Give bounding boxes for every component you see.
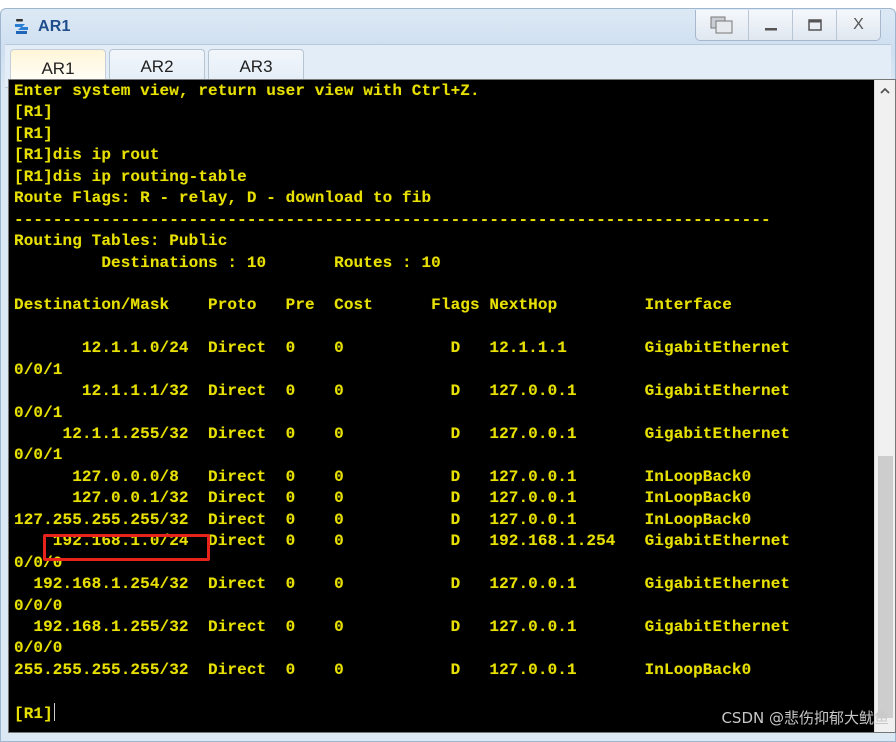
title-bar[interactable]: AR1 X: [1, 9, 895, 43]
window-title: AR1: [38, 18, 71, 35]
terminal-line: Destinations : 10 Routes : 10: [14, 253, 441, 272]
terminal-line: 0/0/0: [14, 596, 63, 615]
terminal-line: Routing Tables: Public: [14, 232, 228, 251]
terminal-line: 192.168.1.0/24 Direct 0 0 D 192.168.1.25…: [14, 532, 791, 551]
terminal-line: 0/0/1: [14, 360, 63, 379]
restore-windows-button[interactable]: [696, 10, 748, 40]
chevron-up-icon: [880, 87, 890, 94]
terminal-line: 0/0/1: [14, 403, 63, 422]
terminal-line: [R1]dis ip rout: [14, 146, 160, 165]
router-app-icon: [13, 18, 31, 36]
terminal-line: 12.1.1.0/24 Direct 0 0 D 12.1.1.1 Gigabi…: [14, 339, 791, 358]
terminal-line: 192.168.1.255/32 Direct 0 0 D 127.0.0.1 …: [14, 617, 791, 636]
tab-label: AR3: [239, 56, 273, 76]
scroll-thumb[interactable]: [878, 456, 893, 718]
maximize-button[interactable]: [792, 10, 836, 40]
tab-label: AR2: [140, 56, 174, 76]
terminal-line: 127.0.0.1/32 Direct 0 0 D 127.0.0.1 InLo…: [14, 489, 752, 508]
terminal-line: Destination/Mask Proto Pre Cost Flags Ne…: [14, 296, 732, 315]
close-icon: X: [853, 16, 864, 33]
tab-ar2[interactable]: AR2: [109, 49, 205, 83]
tab-label: AR1: [41, 58, 75, 78]
terminal-output[interactable]: Enter system view, return user view with…: [14, 81, 869, 732]
terminal-line: ----------------------------------------…: [14, 210, 771, 229]
tab-ar3[interactable]: AR3: [208, 49, 304, 83]
terminal-line: 192.168.1.254/32 Direct 0 0 D 127.0.0.1 …: [14, 575, 791, 594]
text-cursor: [53, 702, 55, 721]
terminal-line: 0/0/1: [14, 446, 63, 465]
terminal-panel[interactable]: Enter system view, return user view with…: [8, 79, 896, 733]
vertical-scrollbar[interactable]: [874, 80, 895, 732]
terminal-line: [R1]dis ip routing-table: [14, 167, 247, 186]
maximize-icon: [807, 19, 822, 31]
terminal-line: [R1]: [14, 124, 53, 143]
terminal-line: 12.1.1.1/32 Direct 0 0 D 127.0.0.1 Gigab…: [14, 382, 791, 401]
terminal-line: Enter system view, return user view with…: [14, 82, 480, 100]
watermark: CSDN @悲伤抑郁大鱿鱼: [721, 709, 889, 727]
minimize-button[interactable]: [748, 10, 792, 40]
window-controls: X: [695, 10, 881, 41]
terminal-line: 255.255.255.255/32 Direct 0 0 D 127.0.0.…: [14, 660, 752, 679]
scroll-up-button[interactable]: [875, 80, 895, 102]
restore-windows-icon: [710, 16, 733, 34]
close-button[interactable]: X: [836, 10, 880, 40]
minimize-icon: [764, 28, 777, 31]
terminal-line: [R1]: [14, 103, 53, 122]
terminal-line: 0/0/0: [14, 639, 63, 658]
terminal-line: 12.1.1.255/32 Direct 0 0 D 127.0.0.1 Gig…: [14, 425, 791, 443]
terminal-line: 127.255.255.255/32 Direct 0 0 D 127.0.0.…: [14, 510, 752, 529]
terminal-line: 127.0.0.0/8 Direct 0 0 D 127.0.0.1 InLoo…: [14, 467, 752, 486]
terminal-line: 0/0/0: [14, 553, 63, 572]
terminal-line: Route Flags: R - relay, D - download to …: [14, 189, 432, 208]
